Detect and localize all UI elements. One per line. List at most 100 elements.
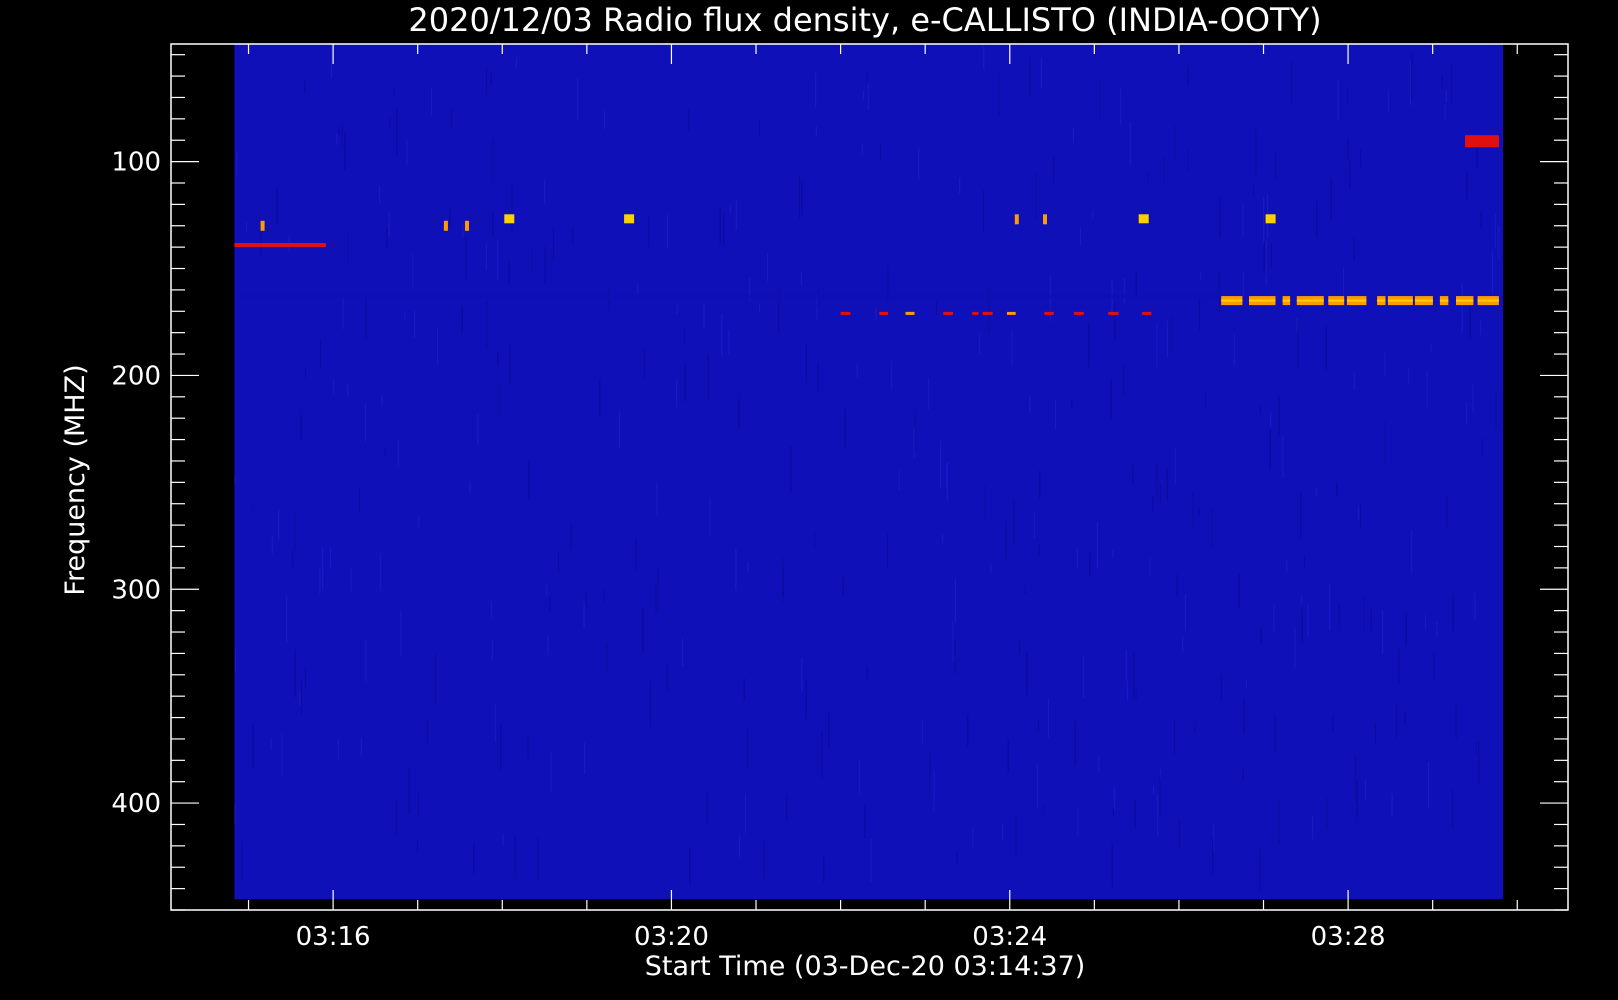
noise-streak xyxy=(1187,149,1189,171)
noise-streak xyxy=(828,711,830,749)
noise-streak xyxy=(1359,505,1361,528)
noise-streak xyxy=(1252,185,1255,196)
noise-streak xyxy=(1147,171,1149,185)
noise-streak xyxy=(319,339,321,367)
noise-streak xyxy=(379,553,381,591)
noise-streak xyxy=(531,247,533,272)
noise-streak xyxy=(1408,368,1410,385)
noise-streak xyxy=(1475,741,1477,757)
noise-streak xyxy=(490,70,492,85)
noise-streak xyxy=(1275,152,1277,180)
band-segment xyxy=(1007,311,1016,315)
noise-streak xyxy=(706,792,708,826)
noise-streak xyxy=(1270,412,1272,427)
noise-streak xyxy=(1129,122,1131,166)
noise-streak xyxy=(891,360,893,389)
noise-streak xyxy=(1076,546,1078,568)
noise-streak xyxy=(389,117,391,128)
noise-streak xyxy=(1404,710,1406,724)
noise-streak xyxy=(417,792,420,817)
noise-streak xyxy=(721,314,723,356)
noise-streak xyxy=(477,414,479,446)
noise-streak xyxy=(933,769,935,812)
noise-streak xyxy=(492,212,494,237)
y-axis-label: Frequency (MHZ) xyxy=(60,364,91,595)
noise-streak xyxy=(1481,437,1483,457)
noise-streak xyxy=(805,343,807,383)
noise-streak xyxy=(1159,774,1161,816)
noise-streak xyxy=(790,446,792,493)
x-axis-label: Start Time (03-Dec-20 03:14:37) xyxy=(645,951,1086,982)
noise-streak xyxy=(1219,197,1221,238)
noise-streak xyxy=(1452,593,1454,632)
noise-streak xyxy=(1099,81,1101,118)
noise-streak xyxy=(234,474,236,485)
noise-streak xyxy=(942,534,944,543)
heatmap-layer xyxy=(234,44,1504,900)
noise-streak xyxy=(544,180,546,204)
noise-streak xyxy=(1135,273,1137,296)
noise-streak xyxy=(1495,392,1497,428)
band-segment xyxy=(1108,311,1119,315)
noise-streak xyxy=(497,240,499,281)
noise-streak xyxy=(558,550,560,573)
noise-streak xyxy=(683,328,685,345)
noise-streak xyxy=(585,592,587,608)
band-core xyxy=(1456,299,1474,302)
noise-streak xyxy=(572,227,574,245)
noise-streak xyxy=(743,678,745,701)
noise-streak xyxy=(270,737,272,751)
noise-streak xyxy=(1354,754,1357,803)
noise-streak xyxy=(1466,402,1468,426)
band-segment xyxy=(1073,311,1084,315)
noise-streak xyxy=(1297,321,1299,370)
noise-streak xyxy=(494,704,496,743)
noise-streak xyxy=(1300,492,1302,539)
noise-streak xyxy=(1387,89,1389,112)
noise-streak xyxy=(859,759,861,795)
noise-streak xyxy=(1182,637,1184,652)
noise-streak xyxy=(1286,560,1288,572)
noise-streak xyxy=(299,690,301,707)
noise-streak xyxy=(1111,842,1113,887)
noise-streak xyxy=(1166,468,1168,502)
noise-streak xyxy=(365,298,367,341)
noise-streak xyxy=(338,126,340,136)
noise-streak xyxy=(1015,814,1017,856)
noise-streak xyxy=(1026,651,1028,696)
band-segment xyxy=(1044,311,1054,315)
noise-streak xyxy=(1278,394,1280,438)
noise-streak xyxy=(292,550,294,568)
noise-streak xyxy=(648,215,650,247)
noise-streak xyxy=(608,288,610,311)
noise-streak xyxy=(1316,200,1318,238)
noise-streak xyxy=(1445,90,1447,102)
noise-streak xyxy=(759,119,761,137)
noise-streak xyxy=(1259,859,1261,892)
noise-streak xyxy=(1436,621,1438,637)
noise-streak xyxy=(709,497,711,538)
noise-streak xyxy=(1079,226,1082,246)
noise-streak xyxy=(1391,793,1393,817)
noise-streak xyxy=(1218,272,1220,313)
noise-streak xyxy=(735,548,737,590)
noise-streak xyxy=(449,208,451,228)
noise-streak xyxy=(379,185,381,203)
noise-streak xyxy=(643,347,645,379)
noise-streak xyxy=(400,611,402,656)
noise-streak xyxy=(577,78,579,120)
noise-streak xyxy=(1303,555,1305,568)
noise-streak xyxy=(778,287,780,333)
noise-streak xyxy=(1428,761,1430,809)
noise-streak xyxy=(1037,720,1039,733)
noise-streak xyxy=(511,185,513,232)
noise-streak xyxy=(1396,704,1398,738)
noise-streak xyxy=(1204,390,1207,409)
x-tick-label: 03:28 xyxy=(1311,922,1386,952)
noise-streak xyxy=(1269,429,1271,470)
noise-streak xyxy=(676,379,678,408)
noise-streak xyxy=(1096,521,1098,568)
noise-streak xyxy=(642,607,644,653)
noise-streak xyxy=(473,843,475,875)
noise-streak xyxy=(1469,306,1471,340)
